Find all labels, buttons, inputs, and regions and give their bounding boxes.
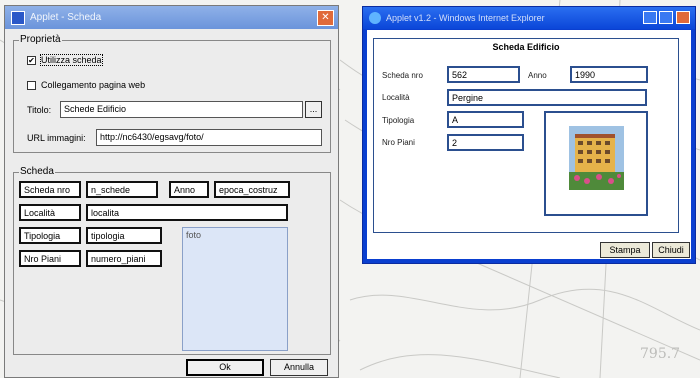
browser-window: Applet v1.2 - Windows Internet Explorer … (362, 6, 696, 264)
url-label: URL immagini: (27, 133, 86, 143)
title-label: Titolo: (27, 105, 52, 115)
close-icon[interactable]: ✕ (317, 10, 334, 26)
card-group-label: Scheda (19, 166, 55, 177)
close-icon[interactable] (676, 11, 690, 24)
close-button[interactable]: Chiudi (652, 242, 690, 258)
field-label-tipologia[interactable]: Tipologia (19, 227, 81, 244)
minimize-icon[interactable] (643, 11, 657, 24)
row-value-anno: 1990 (570, 66, 648, 83)
building-card: Scheda Edificio Scheda nro 562 Anno 1990… (373, 38, 679, 233)
url-field[interactable]: http://nc6430/egsavg/foto/ (96, 129, 322, 146)
ie-icon (369, 12, 381, 24)
row-label-anno: Anno (528, 71, 547, 80)
dialog-title: Applet - Scheda (30, 12, 102, 23)
browser-content: Scheda Edificio Scheda nro 562 Anno 1990… (367, 30, 691, 259)
field-value-scheda-nro[interactable]: n_schede (86, 181, 158, 198)
photo-frame (544, 111, 648, 216)
row-value-scheda-nro: 562 (447, 66, 520, 83)
field-label-nro-piani[interactable]: Nro Piani (19, 250, 81, 267)
building-photo (569, 126, 624, 190)
use-card-checkbox[interactable]: ✔ (27, 56, 36, 65)
field-label-scheda-nro[interactable]: Scheda nro (19, 181, 81, 198)
row-label-scheda-nro: Scheda nro (382, 71, 423, 80)
browser-title: Applet v1.2 - Windows Internet Explorer (386, 13, 545, 23)
applet-icon (11, 10, 25, 25)
row-value-nro-piani: 2 (447, 134, 524, 151)
photo-field[interactable]: foto (182, 227, 288, 351)
maximize-icon[interactable] (659, 11, 673, 24)
cancel-button[interactable]: Annulla (270, 359, 328, 376)
print-button[interactable]: Stampa (600, 242, 650, 258)
web-link-label: Collegamento pagina web (41, 80, 146, 90)
use-card-label: Utilizza scheda (40, 54, 103, 66)
field-value-anno[interactable]: epoca_costruz (214, 181, 290, 198)
row-value-localita: Pergine (447, 89, 647, 106)
dialog-titlebar[interactable]: Applet - Scheda (5, 6, 338, 29)
card-title: Scheda Edificio (492, 42, 560, 52)
row-label-nro-piani: Nro Piani (382, 138, 415, 147)
field-value-tipologia[interactable]: tipologia (86, 227, 162, 244)
svg-text:795.7: 795.7 (640, 346, 680, 362)
browse-button[interactable]: ... (305, 101, 322, 118)
field-value-nro-piani[interactable]: numero_piani (86, 250, 162, 267)
properties-group-label: Proprietà (19, 34, 62, 45)
row-value-tipologia: A (447, 111, 524, 128)
field-value-localita[interactable]: localita (86, 204, 288, 221)
web-link-checkbox[interactable] (27, 81, 36, 90)
field-label-anno[interactable]: Anno (169, 181, 209, 198)
ok-button[interactable]: Ok (186, 359, 264, 376)
row-label-localita: Località (382, 93, 410, 102)
row-label-tipologia: Tipologia (382, 116, 415, 125)
applet-dialog: Applet - Scheda ✕ Proprietà ✔ Utilizza s… (4, 5, 339, 378)
field-label-localita[interactable]: Località (19, 204, 81, 221)
title-field[interactable]: Schede Edificio (60, 101, 303, 118)
